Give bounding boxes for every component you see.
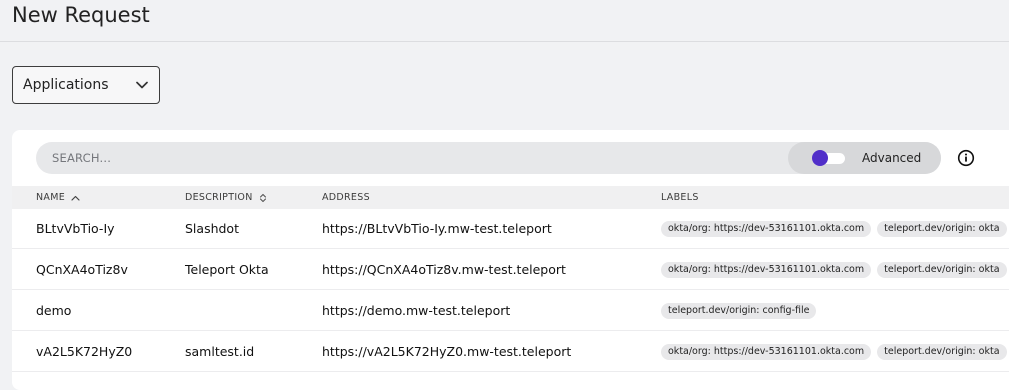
table-row[interactable]: QCnXA4oTiz8v Teleport Okta https://QCnXA… xyxy=(12,250,1009,290)
row-description: samltest.id xyxy=(185,344,255,359)
resources-card: Advanced NAME DESCRIPTION ADDRESS LABELS xyxy=(12,130,1009,390)
chevron-up-icon xyxy=(71,195,80,201)
column-header-description[interactable]: DESCRIPTION xyxy=(185,186,267,209)
advanced-search-toggle[interactable] xyxy=(812,150,846,166)
title-divider xyxy=(0,41,1009,42)
table-row[interactable]: vA2L5K72HyZ0 samltest.id https://vA2L5K7… xyxy=(12,332,1009,372)
advanced-search-label: Advanced xyxy=(862,151,922,165)
row-address: https://demo.mw-test.teleport xyxy=(322,303,511,318)
row-description: Slashdot xyxy=(185,221,239,236)
sort-toggle-icon xyxy=(259,193,267,203)
resource-type-select-value: Applications xyxy=(23,77,109,93)
toggle-knob xyxy=(812,150,828,166)
search-input[interactable] xyxy=(52,144,752,172)
table-header: NAME DESCRIPTION ADDRESS LABELS xyxy=(12,186,1009,209)
row-name: BLtvVbTio-Iy xyxy=(36,221,115,236)
row-labels: okta/org: https://dev-53161101.okta.com … xyxy=(661,344,1007,360)
page-title: New Request xyxy=(12,3,150,27)
row-name: demo xyxy=(36,303,72,318)
label-chip: okta/org: https://dev-53161101.okta.com xyxy=(661,262,872,278)
label-chip: teleport.dev/origin: okta xyxy=(877,221,1007,237)
table-row[interactable]: BLtvVbTio-Iy Slashdot https://BLtvVbTio-… xyxy=(12,209,1009,249)
column-header-labels-label: LABELS xyxy=(661,192,699,203)
row-labels: okta/org: https://dev-53161101.okta.com … xyxy=(661,221,1007,237)
row-labels: okta/org: https://dev-53161101.okta.com … xyxy=(661,262,1007,278)
label-chip: teleport.dev/origin: okta xyxy=(877,262,1007,278)
label-chip: okta/org: https://dev-53161101.okta.com xyxy=(661,344,872,360)
row-description: Teleport Okta xyxy=(185,262,269,277)
info-icon[interactable] xyxy=(957,149,975,167)
search-bar: Advanced xyxy=(36,142,941,174)
advanced-search-pill: Advanced xyxy=(788,142,941,174)
column-header-labels: LABELS xyxy=(661,186,699,209)
row-address: https://QCnXA4oTiz8v.mw-test.teleport xyxy=(322,262,566,277)
column-header-address: ADDRESS xyxy=(322,186,370,209)
column-header-name[interactable]: NAME xyxy=(36,186,80,209)
column-header-description-label: DESCRIPTION xyxy=(185,192,253,203)
label-chip: teleport.dev/origin: config-file xyxy=(661,303,817,319)
label-chip: teleport.dev/origin: okta xyxy=(877,344,1007,360)
row-address: https://BLtvVbTio-Iy.mw-test.teleport xyxy=(322,221,552,236)
row-name: QCnXA4oTiz8v xyxy=(36,262,128,277)
label-chip: okta/org: https://dev-53161101.okta.com xyxy=(661,221,872,237)
row-address: https://vA2L5K72HyZ0.mw-test.teleport xyxy=(322,344,572,359)
column-header-name-label: NAME xyxy=(36,192,66,203)
row-labels: teleport.dev/origin: config-file xyxy=(661,303,817,319)
column-header-address-label: ADDRESS xyxy=(322,192,370,203)
table-row[interactable]: demo https://demo.mw-test.teleport telep… xyxy=(12,291,1009,331)
chevron-down-icon xyxy=(135,78,149,92)
resource-type-select[interactable]: Applications xyxy=(12,66,160,104)
row-name: vA2L5K72HyZ0 xyxy=(36,344,133,359)
